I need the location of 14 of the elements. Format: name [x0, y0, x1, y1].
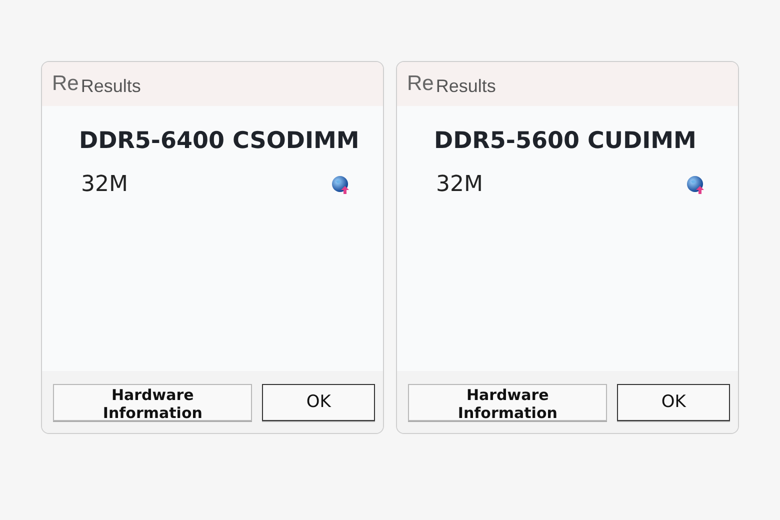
ok-button[interactable]: OK [617, 384, 730, 420]
globe-icon [331, 174, 351, 194]
window-title: Results [436, 76, 496, 96]
app-logo: Re [407, 72, 434, 96]
memory-size-text: 32M [435, 172, 483, 197]
app-logo: Re [52, 72, 79, 96]
globe-icon [686, 174, 706, 194]
memory-size-text: 32M [80, 172, 128, 197]
ok-button[interactable]: OK [262, 384, 375, 420]
hardware-information-button[interactable]: Hardware Information [408, 384, 608, 420]
memory-type-heading: DDR5-5600 CUDIMM [434, 128, 698, 154]
window-title: Results [80, 76, 141, 96]
memory-type-heading: DDR5-6400 CSODIMM [79, 128, 360, 154]
hardware-information-button[interactable]: Hardware Information [53, 384, 252, 420]
